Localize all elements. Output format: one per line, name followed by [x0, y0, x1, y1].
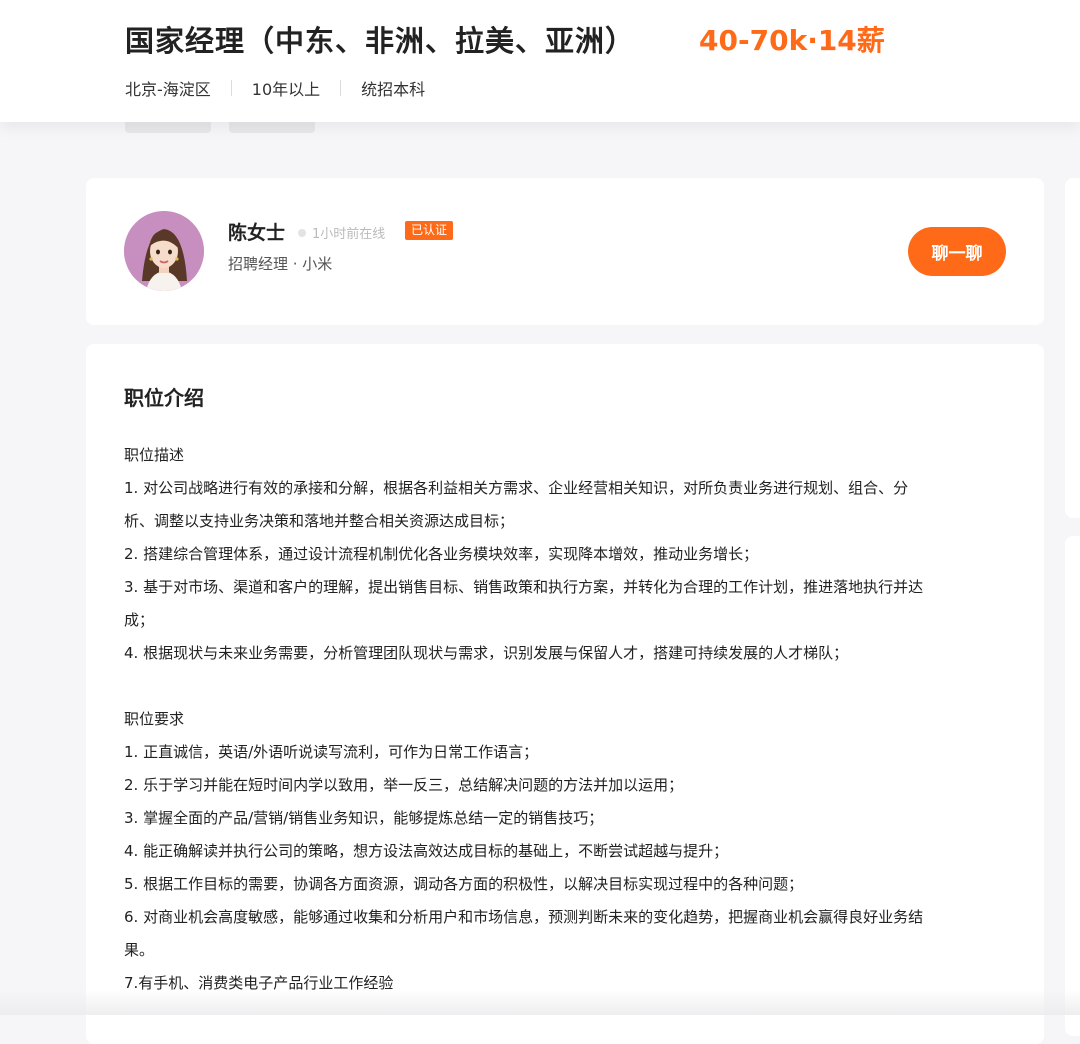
recruiter-role: 招聘经理 · 小米	[228, 255, 333, 273]
salary: 40-70k·14薪	[699, 24, 885, 57]
hidden-tags-row	[125, 122, 315, 133]
description-line: 2. 乐于学习并能在短时间内学以致用，举一反三，总结解决问题的方法并加以运用；	[124, 776, 684, 794]
verified-badge: 已认证	[405, 221, 454, 240]
recruiter-avatar	[124, 211, 204, 291]
avatar-illustration-icon	[124, 211, 204, 291]
description-line: 6. 对商业机会高度敏感，能够通过收集和分析用户和市场信息，预测判断未来的变化趋…	[124, 908, 924, 926]
description-line: 3. 基于对市场、渠道和客户的理解，提出销售目标、销售政策和执行方案，并转化为合…	[124, 578, 924, 596]
job-title: 国家经理（中东、非洲、拉美、亚洲）	[125, 24, 636, 58]
description-line: 2. 搭建综合管理体系，通过设计流程机制优化各业务模块效率，实现降本增效，推动业…	[124, 545, 759, 563]
job-education: 统招本科	[361, 80, 426, 99]
side-panel-edge	[1065, 178, 1080, 518]
description-line: 1. 对公司战略进行有效的承接和分解，根据各利益相关方需求、企业经营相关知识，对…	[124, 479, 909, 497]
description-line: 3. 掌握全面的产品/营销/销售业务知识，能够提炼总结一定的销售技巧；	[124, 809, 604, 827]
description-line: 成；	[124, 611, 155, 629]
description-line: 职位描述	[124, 446, 185, 464]
description-line: 4. 根据现状与未来业务需要，分析管理团队现状与需求，识别发展与保留人才，搭建可…	[124, 644, 849, 662]
recruiter-name: 陈女士	[228, 222, 286, 244]
meta-divider	[340, 80, 342, 96]
recruiter-card: 陈女士 1小时前在线 已认证 招聘经理 · 小米 聊一聊	[86, 178, 1044, 325]
job-header: 国家经理（中东、非洲、拉美、亚洲） 40-70k·14薪 北京-海淀区 10年以…	[0, 0, 1080, 122]
description-line: 4. 能正确解读并执行公司的策略，想方设法高效达成目标的基础上，不断尝试超越与提…	[124, 842, 729, 860]
hidden-tag	[229, 122, 315, 133]
job-description-body: 职位描述 1. 对公司战略进行有效的承接和分解，根据各利益相关方需求、企业经营相关…	[124, 439, 1004, 1000]
description-line: 职位要求	[124, 710, 185, 728]
job-location: 北京-海淀区	[125, 80, 211, 99]
hidden-tag	[125, 122, 211, 133]
description-line: 析、调整以支持业务决策和落地并整合相关资源达成目标；	[124, 512, 515, 530]
job-description-card: 职位介绍 职位描述 1. 对公司战略进行有效的承接和分解，根据各利益相关方需求、企…	[86, 344, 1044, 1044]
job-experience: 10年以上	[251, 80, 321, 99]
online-status-text: 1小时前在线	[312, 227, 386, 242]
title-row: 国家经理（中东、非洲、拉美、亚洲） 40-70k·14薪	[125, 18, 885, 60]
side-panel-edge	[1065, 536, 1080, 1036]
description-line: 1. 正直诚信，英语/外语听说读写流利，可作为日常工作语言；	[124, 743, 539, 761]
bottom-fade	[0, 990, 1080, 1015]
meta-divider	[230, 80, 232, 96]
online-status: 1小时前在线	[298, 223, 385, 242]
job-meta: 北京-海淀区 10年以上 统招本科	[125, 76, 425, 100]
description-line: 5. 根据工作目标的需要，协调各方面资源，调动各方面的积极性，以解决目标实现过程…	[124, 875, 804, 893]
chat-button[interactable]: 聊一聊	[908, 227, 1006, 276]
section-title: 职位介绍	[124, 386, 204, 410]
description-line: 果。	[124, 941, 155, 959]
status-dot-icon	[298, 228, 306, 237]
